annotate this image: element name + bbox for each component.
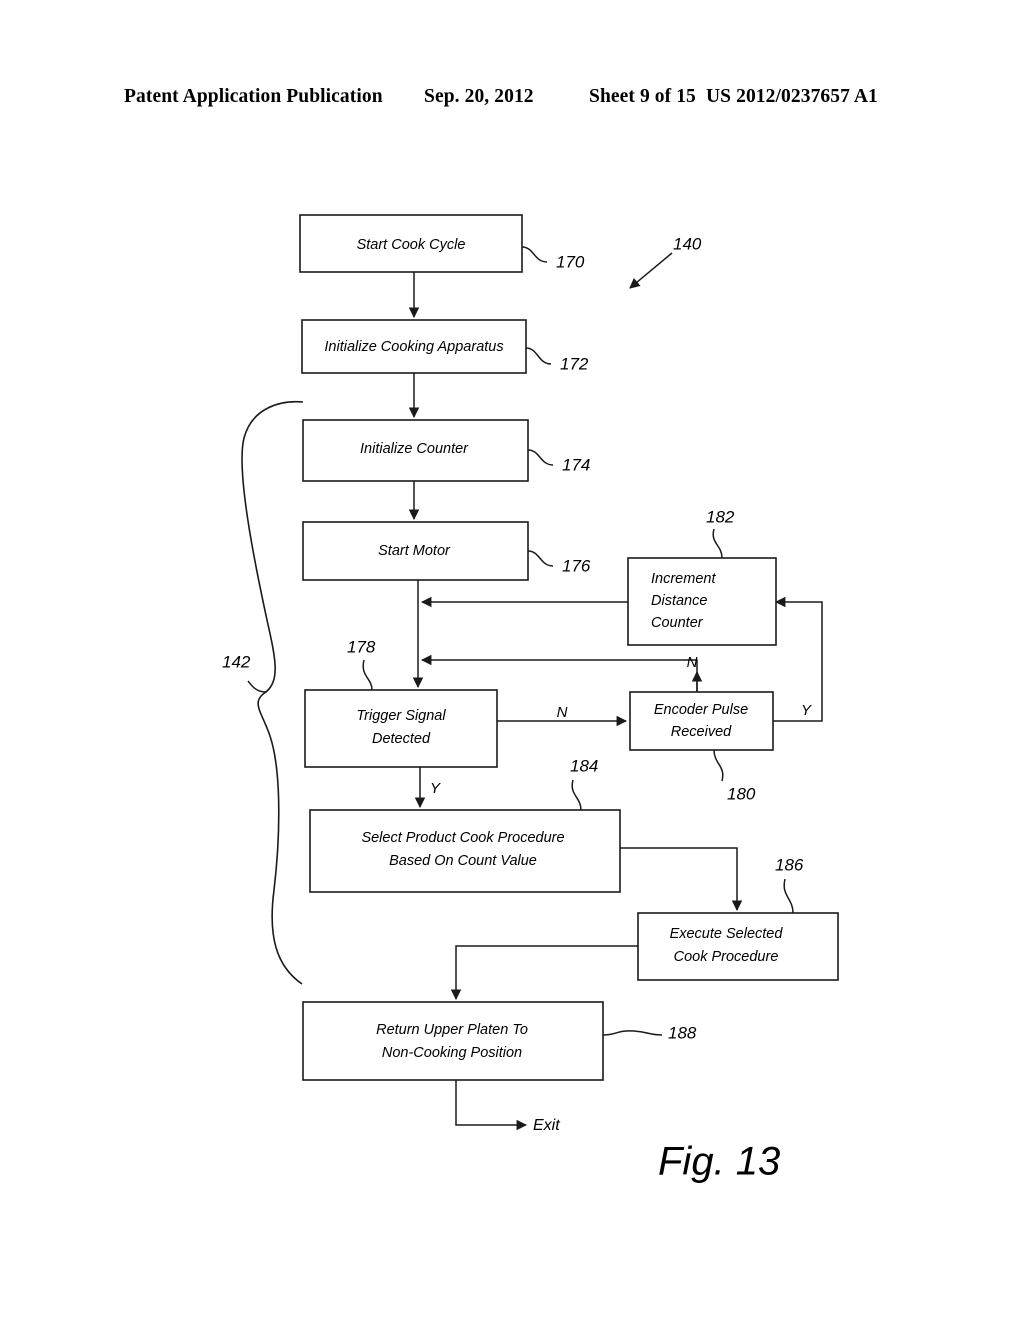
ref-180-label: 180: [727, 784, 756, 803]
node-increment-distance-counter-label-line3: Counter: [651, 615, 704, 631]
node-select-product-cook-procedure[interactable]: Select Product Cook Procedure Based On C…: [309, 809, 621, 893]
node-increment-distance-counter[interactable]: Increment Distance Counter: [627, 557, 777, 646]
node-start-motor-label: Start Motor: [378, 543, 451, 559]
ref-170: 170: [521, 246, 585, 271]
ref-140: 140: [629, 234, 702, 289]
ref-178-label: 178: [347, 637, 376, 656]
exit-label: Exit: [533, 1117, 560, 1134]
ref-188-label: 188: [668, 1023, 697, 1042]
node-initialize-counter-label: Initialize Counter: [360, 441, 469, 457]
node-trigger-signal-detected[interactable]: Trigger Signal Detected: [304, 689, 498, 768]
node-return-upper-platen-label-line2: Non-Cooking Position: [382, 1045, 522, 1061]
ref-176-label: 176: [562, 556, 591, 575]
ref-188: 188: [602, 1023, 697, 1042]
ref-170-label: 170: [556, 252, 585, 271]
ref-174: 174: [527, 449, 590, 474]
node-execute-selected-cook-procedure-label-line2: Cook Procedure: [674, 949, 779, 965]
connector-select-to-execute-procedure: [620, 847, 743, 912]
ref-176: 176: [527, 550, 591, 575]
connector-encoder-no-to-trunk: [420, 654, 698, 692]
node-select-product-cook-procedure-label-line2: Based On Count Value: [389, 853, 537, 869]
connector-execute-to-return-platen: [450, 945, 638, 1001]
node-encoder-pulse-received-label-line1: Encoder Pulse: [654, 702, 748, 718]
node-execute-selected-cook-procedure-label-line1: Execute Selected: [670, 926, 784, 942]
node-encoder-pulse-received-label-line2: Received: [671, 724, 732, 740]
branch-label-encoder-no: N: [687, 654, 698, 671]
ref-142-label: 142: [222, 652, 251, 671]
ref-140-label: 140: [673, 234, 702, 253]
node-initialize-cooking-apparatus-label: Initialize Cooking Apparatus: [324, 339, 503, 355]
figure-caption: Fig. 13: [658, 1140, 780, 1184]
node-execute-selected-cook-procedure[interactable]: Execute Selected Cook Procedure: [637, 912, 839, 981]
ref-174-label: 174: [562, 455, 590, 474]
node-select-product-cook-procedure-label-line1: Select Product Cook Procedure: [361, 830, 564, 846]
node-trigger-signal-detected-label-line1: Trigger Signal: [356, 708, 446, 724]
node-increment-distance-counter-label-line1: Increment: [651, 571, 716, 587]
feedback-brace-142: 142: [222, 400, 304, 985]
connector-return-platen-to-exit: [455, 1080, 528, 1131]
node-increment-distance-counter-label-line2: Distance: [651, 593, 707, 609]
flowchart-figure: Start Cook Cycle 170 Initialize Cooking …: [222, 214, 839, 1184]
node-encoder-pulse-received[interactable]: Encoder Pulse Received: [629, 691, 774, 751]
node-return-upper-platen[interactable]: Return Upper Platen To Non-Cooking Posit…: [302, 1001, 604, 1081]
patent-page: Patent Application Publication Sep. 20, …: [0, 0, 1024, 1320]
node-initialize-counter[interactable]: Initialize Counter: [302, 419, 529, 482]
ref-172-label: 172: [560, 354, 589, 373]
node-return-upper-platen-label-line1: Return Upper Platen To: [376, 1022, 528, 1038]
ref-186: 186: [775, 855, 804, 914]
ref-178: 178: [347, 637, 376, 691]
ref-184: 184: [570, 756, 598, 811]
ref-172: 172: [525, 347, 589, 373]
ref-186-label: 186: [775, 855, 804, 874]
node-start-cook-cycle-label: Start Cook Cycle: [357, 237, 466, 253]
node-initialize-cooking-apparatus[interactable]: Initialize Cooking Apparatus: [301, 319, 527, 374]
ref-182: 182: [706, 507, 735, 559]
connector-encoder-yes-to-increment-counter: [773, 596, 823, 722]
ref-182-label: 182: [706, 507, 735, 526]
node-trigger-signal-detected-label-line2: Detected: [372, 731, 431, 747]
node-start-cook-cycle[interactable]: Start Cook Cycle: [299, 214, 523, 273]
branch-label-trigger-yes: Y: [430, 780, 441, 797]
branch-label-trigger-no: N: [557, 704, 568, 721]
node-start-motor[interactable]: Start Motor: [302, 521, 529, 581]
ref-180: 180: [713, 749, 756, 803]
branch-label-encoder-yes: Y: [801, 702, 812, 719]
ref-184-label: 184: [570, 756, 598, 775]
